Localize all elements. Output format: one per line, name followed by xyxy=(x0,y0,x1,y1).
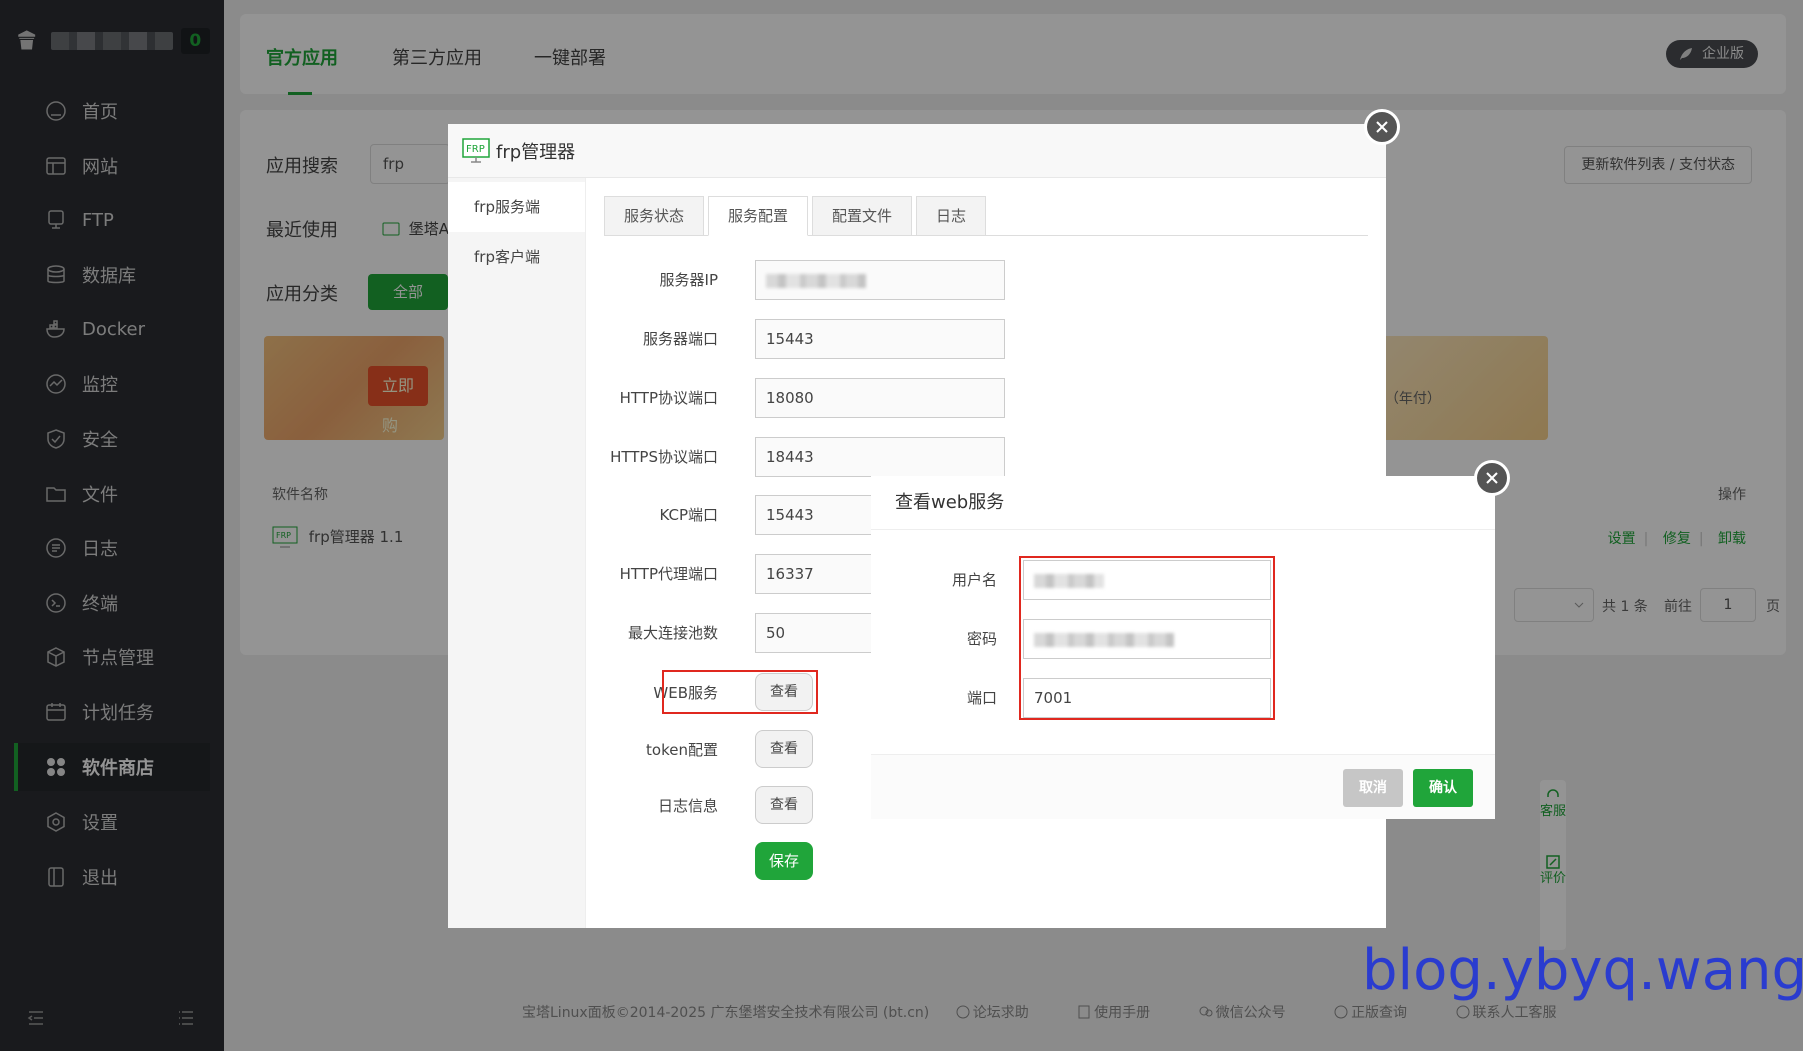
cancel-button[interactable]: 取消 xyxy=(1343,769,1403,807)
server-ip-input[interactable] xyxy=(755,260,1005,300)
frp-dialog-header: FRP frp管理器 xyxy=(448,124,1386,178)
http-port-input[interactable]: 18080 xyxy=(755,378,1005,418)
web-dialog-title: 查看web服务 xyxy=(871,476,1495,530)
save-button[interactable]: 保存 xyxy=(755,842,813,880)
tab-config-file[interactable]: 配置文件 xyxy=(812,196,912,236)
field-label: token配置 xyxy=(646,741,718,759)
field-server-port: 服务器端口 15443 xyxy=(588,319,1005,359)
tab-logs[interactable]: 日志 xyxy=(916,196,986,236)
frp-icon: FRP xyxy=(462,137,490,163)
port-field[interactable]: 7001 xyxy=(1023,678,1271,718)
field-https-port: HTTPS协议端口 18443 xyxy=(588,437,1005,477)
field-password: 密码 xyxy=(871,619,1495,659)
https-port-input[interactable]: 18443 xyxy=(755,437,1005,477)
field-label: 最大连接池数 xyxy=(627,624,718,642)
watermark-text: blog.ybyq.wang xyxy=(1362,938,1803,1003)
field-label: 服务器端口 xyxy=(642,330,718,348)
field-label: 服务器IP xyxy=(659,271,718,289)
token-config-view-button[interactable]: 查看 xyxy=(755,730,813,768)
frp-side-nav: frp服务端 frp客户端 xyxy=(448,178,586,928)
password-field[interactable] xyxy=(1023,619,1271,659)
field-server-ip: 服务器IP xyxy=(588,260,1005,300)
field-label: HTTP代理端口 xyxy=(619,565,718,583)
masked-value xyxy=(1034,632,1174,647)
close-icon[interactable] xyxy=(1474,460,1510,496)
field-label: HTTP协议端口 xyxy=(619,389,718,407)
web-service-dialog: 查看web服务 用户名 密码 端口 7001 取消 确认 xyxy=(871,476,1495,819)
field-port: 端口 7001 xyxy=(871,678,1495,718)
server-port-input[interactable]: 15443 xyxy=(755,319,1005,359)
tab-service-config[interactable]: 服务配置 xyxy=(708,196,808,236)
field-http-port: HTTP协议端口 18080 xyxy=(588,378,1005,418)
field-label: 端口 xyxy=(966,689,997,707)
highlight-box xyxy=(662,670,818,714)
field-label: 密码 xyxy=(966,630,997,648)
field-label: HTTPS协议端口 xyxy=(610,448,718,466)
svg-text:FRP: FRP xyxy=(466,144,485,155)
web-dialog-footer: 取消 确认 xyxy=(871,754,1495,819)
confirm-button[interactable]: 确认 xyxy=(1413,769,1473,807)
log-info-view-button[interactable]: 查看 xyxy=(755,786,813,824)
masked-value xyxy=(766,273,866,288)
field-username: 用户名 xyxy=(871,560,1495,600)
frp-tabs: 服务状态 服务配置 配置文件 日志 xyxy=(604,196,1368,236)
close-icon[interactable] xyxy=(1364,109,1400,145)
tab-service-status[interactable]: 服务状态 xyxy=(604,196,704,236)
frp-dialog-title: frp管理器 xyxy=(496,141,576,163)
username-field[interactable] xyxy=(1023,560,1271,600)
field-label: 日志信息 xyxy=(657,797,718,815)
field-label: KCP端口 xyxy=(659,506,718,524)
frp-side-server[interactable]: frp服务端 xyxy=(448,182,585,232)
masked-value xyxy=(1034,573,1104,588)
field-label: 用户名 xyxy=(951,571,997,589)
frp-side-client[interactable]: frp客户端 xyxy=(448,232,585,282)
